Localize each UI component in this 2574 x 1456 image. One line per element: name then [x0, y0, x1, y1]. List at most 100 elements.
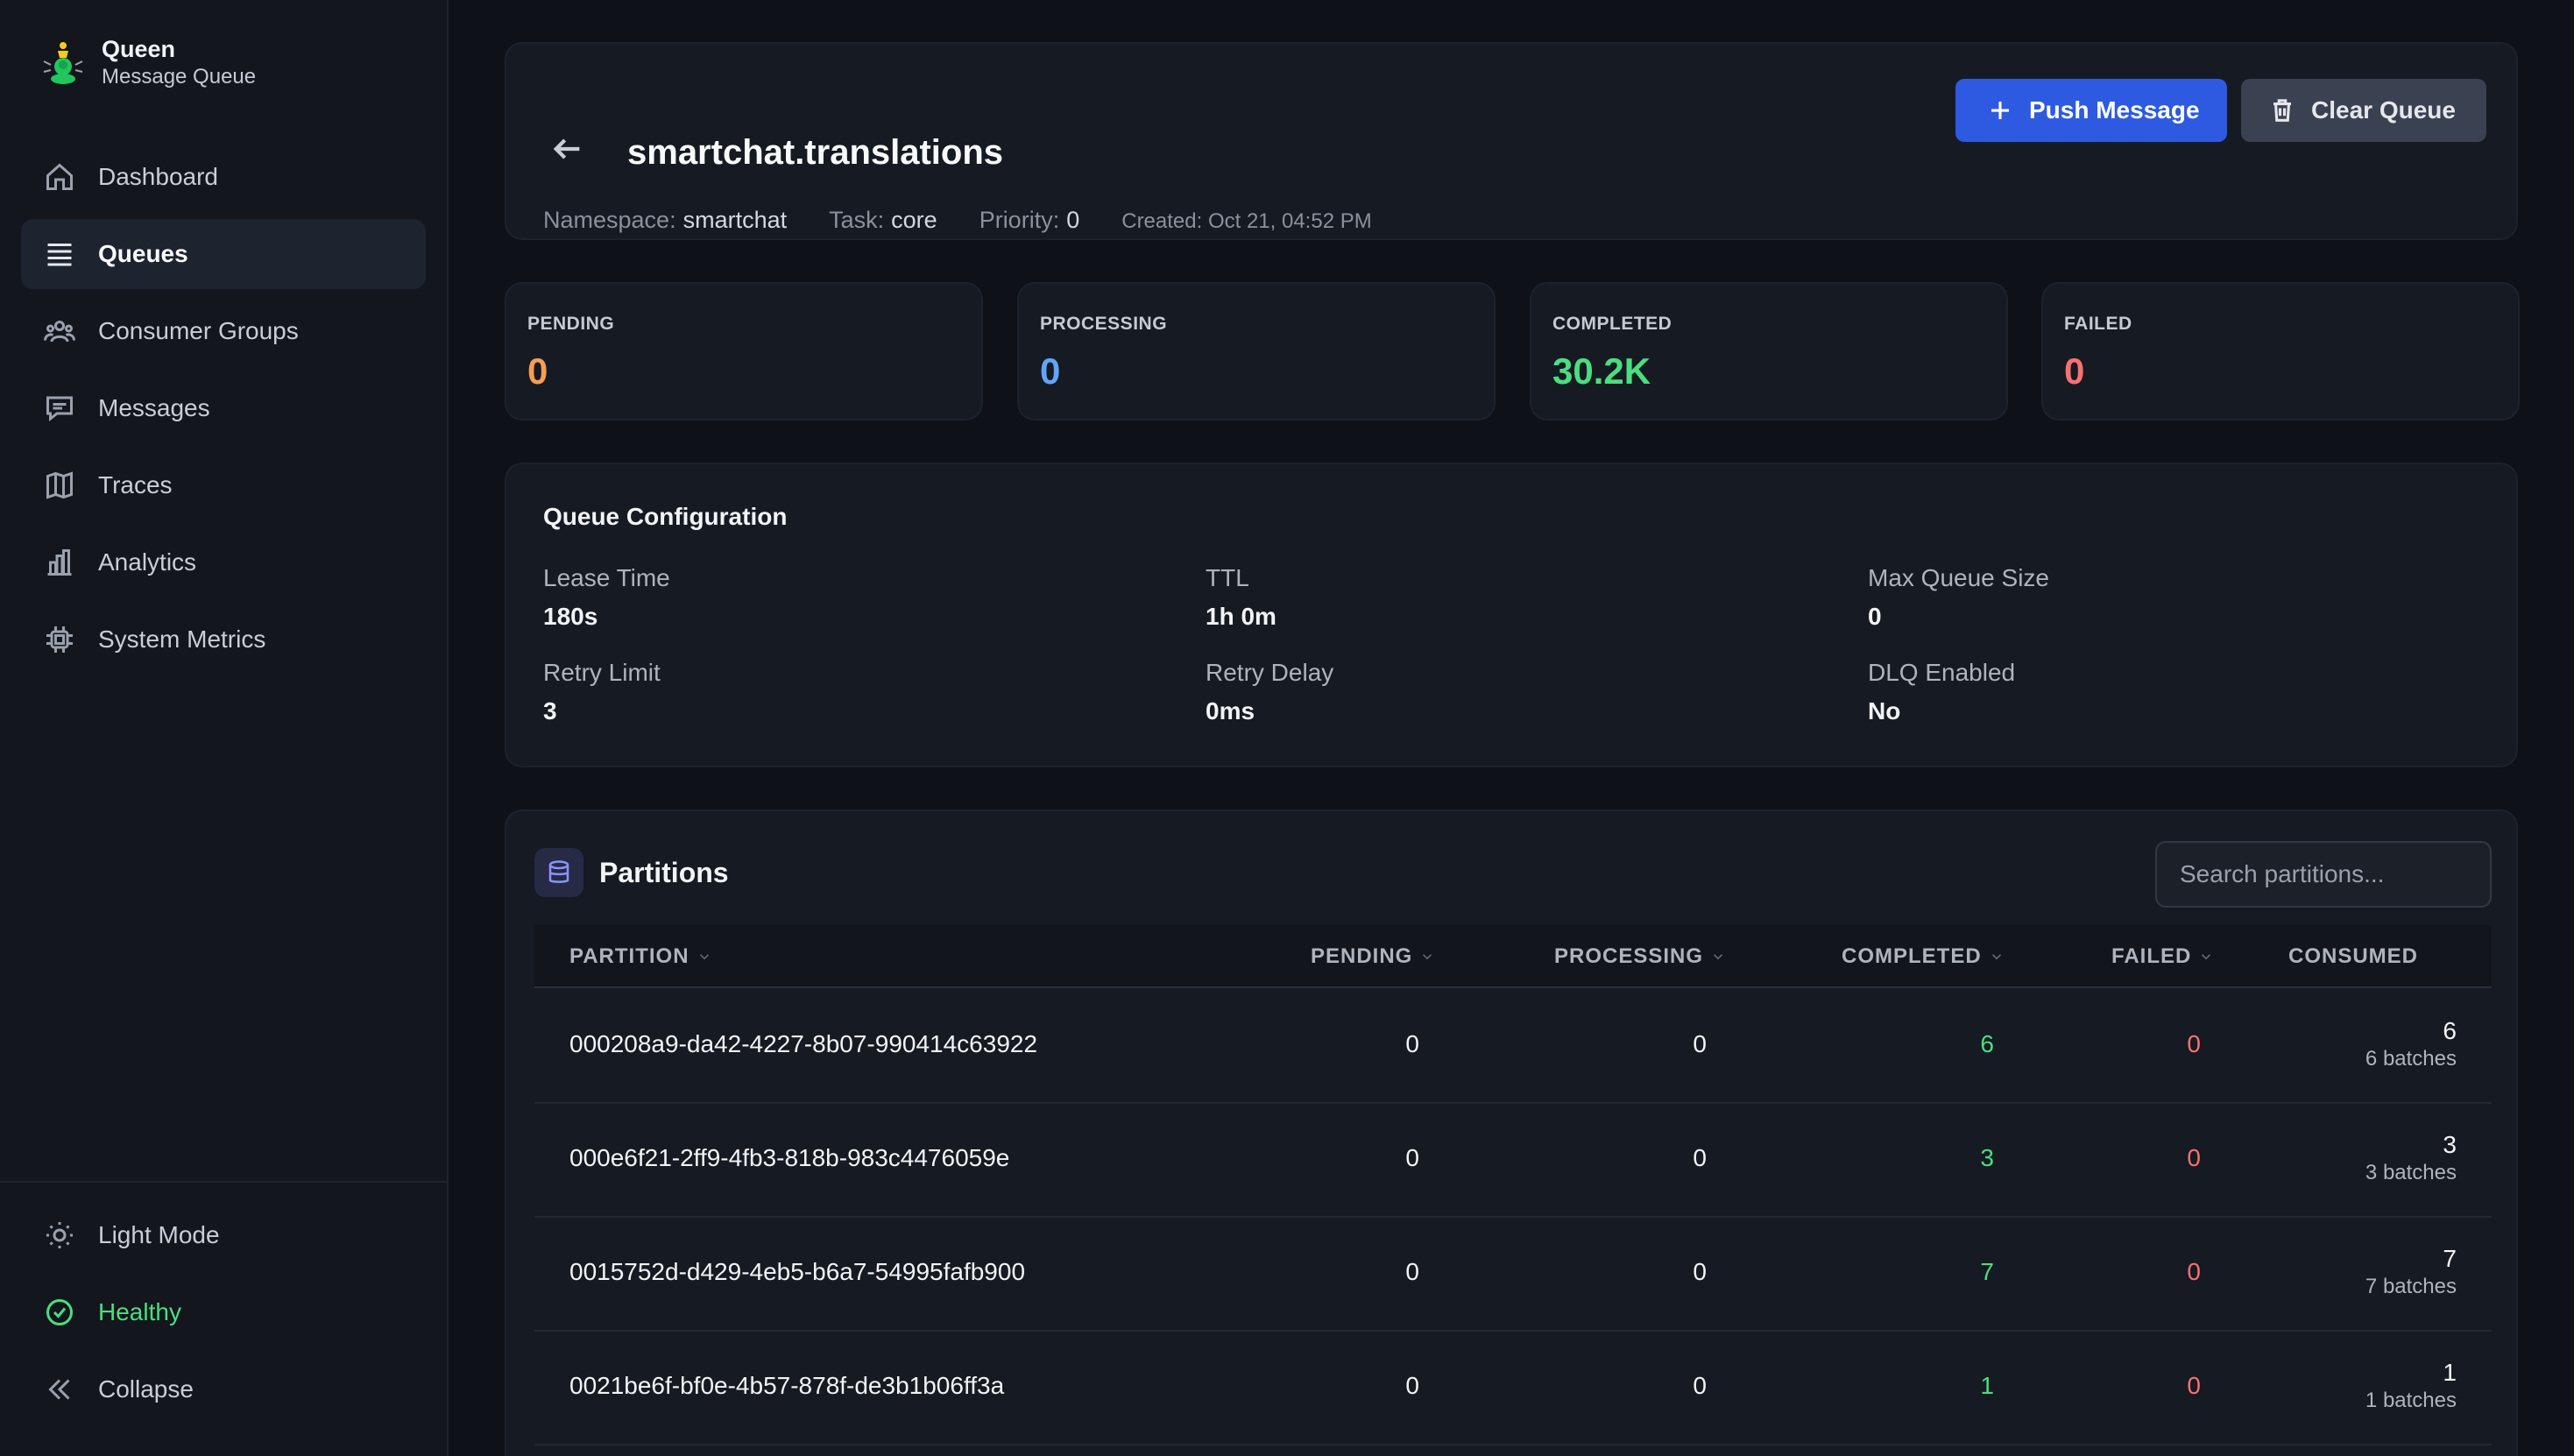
processing-count: 0 [1693, 1372, 1707, 1399]
chevron-down-icon [1423, 954, 1432, 960]
column-header-processing[interactable]: PROCESSING [1554, 925, 1726, 988]
sidebar-footer: Light Mode Healthy Collapse [0, 1181, 447, 1456]
config-value: 180s [543, 603, 598, 630]
column-header-partition[interactable]: PARTITION [569, 925, 712, 988]
config-dlq-enabled: DLQ Enabled No [1868, 657, 2015, 727]
config-retry-delay: Retry Delay 0ms [1206, 657, 1333, 727]
stat-card-processing: PROCESSING 0 [1017, 282, 1496, 421]
task-meta: Task: core [829, 207, 937, 234]
clear-queue-label: Clear Queue [2311, 96, 2456, 124]
table-row[interactable]: 0015752d-d429-4eb5-b6a7-54995fafb900 0 0… [534, 1218, 2492, 1332]
database-icon-badge [534, 848, 583, 897]
batch-count: 6 batches [2365, 1047, 2457, 1071]
consumed-cell: 6 6 batches [2281, 1016, 2457, 1072]
chevron-down-icon [1991, 954, 2001, 960]
batch-count: 1 batches [2365, 1389, 2457, 1412]
check-circle-icon [46, 1299, 73, 1325]
chevron-down-icon [2202, 954, 2211, 960]
consumed-count: 3 [2443, 1131, 2457, 1158]
sidebar-item-queues[interactable]: Queues [21, 219, 426, 289]
table-row[interactable]: 000e6f21-2ff9-4fb3-818b-983c4476059e 0 0… [534, 1104, 2492, 1218]
pending-count: 0 [1405, 1372, 1419, 1399]
processing-count: 0 [1693, 1258, 1707, 1285]
sidebar-item-analytics[interactable]: Analytics [21, 527, 426, 597]
config-value: 1h 0m [1206, 603, 1276, 630]
sidebar-item-dashboard[interactable]: Dashboard [21, 142, 426, 212]
config-value: No [1868, 697, 1901, 724]
config-max-queue-size: Max Queue Size 0 [1868, 562, 2049, 633]
brand[interactable]: Queen Message Queue [39, 35, 256, 91]
message-icon [46, 396, 73, 422]
stat-label: FAILED [2064, 314, 2132, 334]
failed-count: 0 [2187, 1372, 2201, 1399]
failed-count: 0 [2187, 1258, 2201, 1285]
namespace-label: Namespace: [543, 207, 676, 233]
map-icon [46, 471, 73, 499]
sidebar-item-messages[interactable]: Messages [21, 373, 426, 443]
sidebar-item-label: Traces [98, 471, 173, 498]
column-header-consumed[interactable]: CONSUMED [2288, 925, 2418, 988]
health-status-label: Healthy [98, 1298, 181, 1325]
list-icon [47, 244, 72, 266]
sidebar-item-system-metrics[interactable]: System Metrics [21, 604, 426, 675]
task-label: Task: [829, 207, 885, 233]
processing-count: 0 [1693, 1030, 1707, 1057]
chevrons-left-icon [48, 1379, 70, 1400]
priority-meta: Priority: 0 [979, 207, 1080, 234]
table-row[interactable]: 0021be6f-bf0e-4b57-878f-de3b1b06ff3a 0 0… [534, 1332, 2492, 1445]
clear-queue-button[interactable]: Clear Queue [2241, 79, 2486, 142]
config-value: 0ms [1206, 697, 1255, 724]
sidebar-item-label: Messages [98, 394, 210, 421]
partition-id: 0015752d-d429-4eb5-b6a7-54995fafb900 [569, 1258, 1026, 1285]
search-partitions-input[interactable] [2155, 841, 2492, 908]
queen-logo-icon [43, 42, 83, 84]
config-ttl: TTL 1h 0m [1206, 562, 1276, 633]
config-lease-time: Lease Time 180s [543, 562, 670, 633]
config-label: Lease Time [543, 564, 670, 591]
section-title: Queue Configuration [543, 503, 788, 530]
push-message-button[interactable]: Push Message [1955, 79, 2227, 142]
namespace-value: smartchat [682, 207, 788, 233]
collapse-button[interactable]: Collapse [21, 1354, 426, 1424]
brand-name: Queen [102, 36, 176, 62]
partition-id: 000e6f21-2ff9-4fb3-818b-983c4476059e [569, 1144, 1010, 1171]
completed-count: 1 [1980, 1372, 1994, 1399]
config-label: TTL [1206, 564, 1249, 591]
table-row[interactable]: 000208a9-da42-4227-8b07-990414c63922 0 0… [534, 990, 2492, 1104]
trash-icon [2273, 99, 2291, 122]
partitions-panel: Partitions PARTITION PENDING PROCESSING … [505, 809, 2518, 1456]
partition-id: 0021be6f-bf0e-4b57-878f-de3b1b06ff3a [569, 1372, 1005, 1399]
created-timestamp: Created: Oct 21, 04:52 PM [1121, 209, 1372, 233]
column-header-label: PENDING [1311, 944, 1413, 968]
sidebar-item-traces[interactable]: Traces [21, 450, 426, 520]
back-arrow-icon[interactable] [550, 131, 585, 166]
namespace-meta: Namespace: smartchat [543, 207, 787, 234]
batch-count: 3 batches [2365, 1161, 2457, 1184]
health-status[interactable]: Healthy [21, 1277, 426, 1347]
partition-id: 000208a9-da42-4227-8b07-990414c63922 [569, 1030, 1038, 1057]
sidebar-item-label: Queues [98, 240, 188, 267]
sidebar-item-label: System Metrics [98, 626, 266, 653]
task-value: core [891, 207, 937, 233]
theme-toggle[interactable]: Light Mode [21, 1200, 426, 1270]
priority-label: Priority: [979, 207, 1060, 233]
completed-count: 3 [1980, 1144, 1994, 1171]
column-header-completed[interactable]: COMPLETED [1842, 925, 2005, 988]
sidebar-item-consumer-groups[interactable]: Consumer Groups [21, 296, 426, 366]
page-title: smartchat.translations [627, 133, 1004, 172]
database-icon [548, 860, 569, 883]
queue-meta: Namespace: smartchat Task: core Priority: 0… [543, 207, 1372, 234]
bar-chart-icon [47, 549, 72, 576]
config-value: 0 [1868, 603, 1882, 630]
failed-count: 0 [2187, 1030, 2201, 1057]
sidebar-item-label: Analytics [98, 548, 197, 576]
config-retry-limit: Retry Limit 3 [543, 657, 661, 727]
column-header-failed[interactable]: FAILED [2111, 925, 2214, 988]
stat-value: 0 [527, 350, 548, 392]
column-header-pending[interactable]: PENDING [1311, 925, 1435, 988]
completed-count: 7 [1980, 1258, 1994, 1285]
stat-label: COMPLETED [1552, 314, 1672, 334]
consumed-count: 6 [2443, 1017, 2457, 1044]
sun-icon [46, 1222, 73, 1248]
stat-card-pending: PENDING 0 [505, 282, 983, 421]
